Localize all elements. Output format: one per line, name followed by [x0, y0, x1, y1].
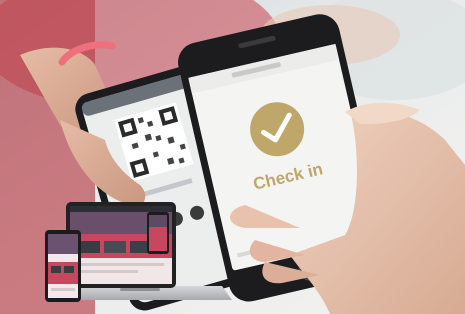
mockup-tablet-hero: [48, 234, 78, 254]
laptop-notch: [120, 288, 160, 291]
mockup-tablet-card-2: [64, 266, 74, 273]
laptop-text-line-1: [78, 263, 164, 266]
laptop-text-line-2: [78, 270, 138, 273]
laptop-card-2: [104, 241, 126, 253]
mockup-tablet-card-1: [51, 266, 61, 273]
laptop-nav-bar: [70, 206, 172, 212]
photo-scene: Check in: [0, 0, 465, 314]
photo-illustration: Check in: [0, 0, 465, 314]
mockup-tablet-text: [51, 288, 75, 291]
laptop-card-1: [78, 241, 100, 253]
mockup-phone-right-hero: [149, 215, 167, 227]
